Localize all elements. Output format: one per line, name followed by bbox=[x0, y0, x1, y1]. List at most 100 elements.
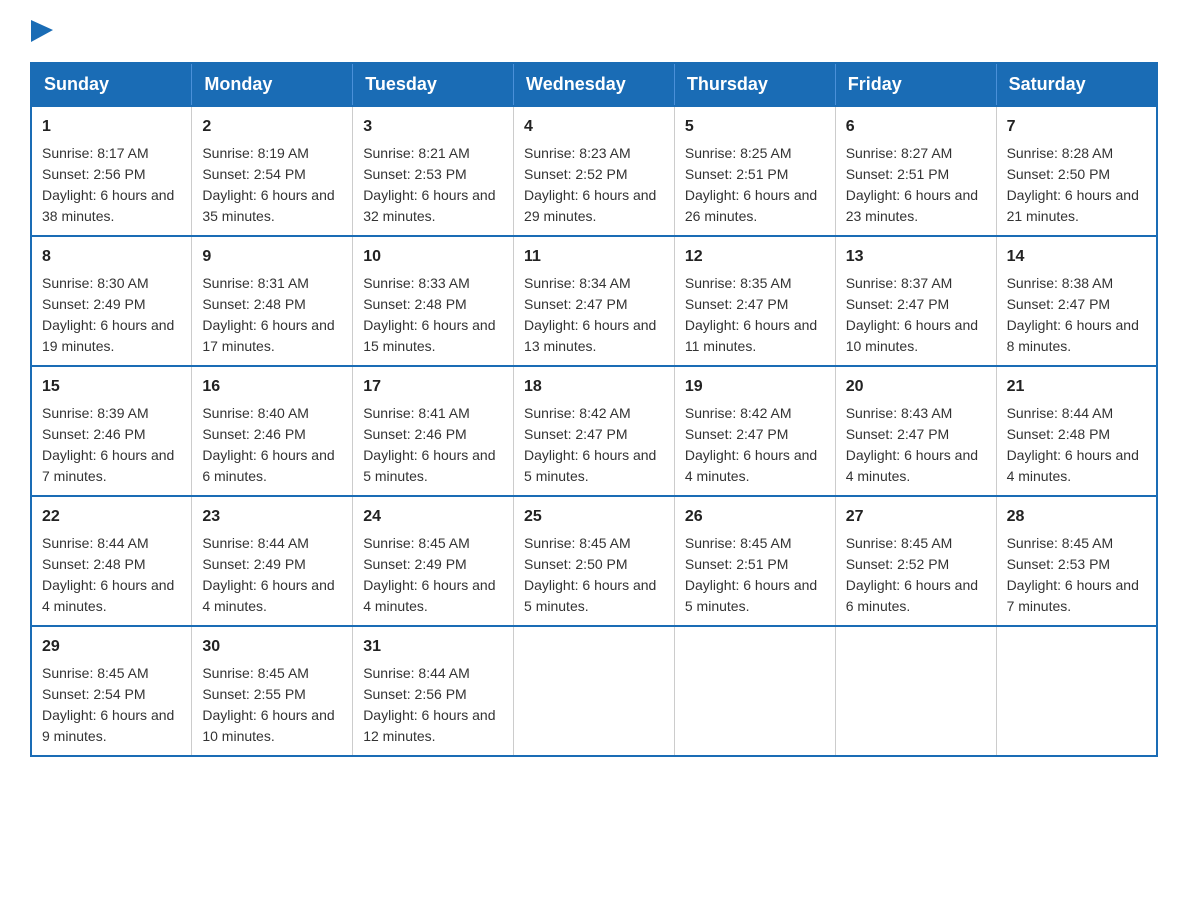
calendar-day-cell: 25 Sunrise: 8:45 AMSunset: 2:50 PMDaylig… bbox=[514, 496, 675, 626]
calendar-day-cell: 19 Sunrise: 8:42 AMSunset: 2:47 PMDaylig… bbox=[674, 366, 835, 496]
day-of-week-header: Wednesday bbox=[514, 63, 675, 106]
calendar-day-cell bbox=[996, 626, 1157, 756]
day-number: 11 bbox=[524, 245, 664, 269]
day-info: Sunrise: 8:28 AMSunset: 2:50 PMDaylight:… bbox=[1007, 145, 1139, 224]
day-info: Sunrise: 8:17 AMSunset: 2:56 PMDaylight:… bbox=[42, 145, 174, 224]
calendar-week-row: 1 Sunrise: 8:17 AMSunset: 2:56 PMDayligh… bbox=[31, 106, 1157, 236]
day-number: 3 bbox=[363, 115, 503, 139]
day-info: Sunrise: 8:45 AMSunset: 2:49 PMDaylight:… bbox=[363, 535, 495, 614]
calendar-day-cell: 26 Sunrise: 8:45 AMSunset: 2:51 PMDaylig… bbox=[674, 496, 835, 626]
day-info: Sunrise: 8:35 AMSunset: 2:47 PMDaylight:… bbox=[685, 275, 817, 354]
day-number: 27 bbox=[846, 505, 986, 529]
day-info: Sunrise: 8:37 AMSunset: 2:47 PMDaylight:… bbox=[846, 275, 978, 354]
day-of-week-header: Thursday bbox=[674, 63, 835, 106]
day-info: Sunrise: 8:27 AMSunset: 2:51 PMDaylight:… bbox=[846, 145, 978, 224]
calendar-day-cell: 21 Sunrise: 8:44 AMSunset: 2:48 PMDaylig… bbox=[996, 366, 1157, 496]
calendar-week-row: 15 Sunrise: 8:39 AMSunset: 2:46 PMDaylig… bbox=[31, 366, 1157, 496]
day-of-week-header: Monday bbox=[192, 63, 353, 106]
day-info: Sunrise: 8:44 AMSunset: 2:48 PMDaylight:… bbox=[42, 535, 174, 614]
calendar-day-cell: 31 Sunrise: 8:44 AMSunset: 2:56 PMDaylig… bbox=[353, 626, 514, 756]
calendar-week-row: 22 Sunrise: 8:44 AMSunset: 2:48 PMDaylig… bbox=[31, 496, 1157, 626]
day-info: Sunrise: 8:44 AMSunset: 2:49 PMDaylight:… bbox=[202, 535, 334, 614]
day-info: Sunrise: 8:42 AMSunset: 2:47 PMDaylight:… bbox=[524, 405, 656, 484]
day-number: 18 bbox=[524, 375, 664, 399]
day-number: 12 bbox=[685, 245, 825, 269]
calendar-day-cell: 29 Sunrise: 8:45 AMSunset: 2:54 PMDaylig… bbox=[31, 626, 192, 756]
calendar-day-cell: 6 Sunrise: 8:27 AMSunset: 2:51 PMDayligh… bbox=[835, 106, 996, 236]
day-number: 30 bbox=[202, 635, 342, 659]
day-info: Sunrise: 8:23 AMSunset: 2:52 PMDaylight:… bbox=[524, 145, 656, 224]
calendar-day-cell: 28 Sunrise: 8:45 AMSunset: 2:53 PMDaylig… bbox=[996, 496, 1157, 626]
calendar-week-row: 8 Sunrise: 8:30 AMSunset: 2:49 PMDayligh… bbox=[31, 236, 1157, 366]
calendar-day-cell: 5 Sunrise: 8:25 AMSunset: 2:51 PMDayligh… bbox=[674, 106, 835, 236]
day-number: 7 bbox=[1007, 115, 1146, 139]
calendar-day-cell: 8 Sunrise: 8:30 AMSunset: 2:49 PMDayligh… bbox=[31, 236, 192, 366]
day-number: 13 bbox=[846, 245, 986, 269]
day-info: Sunrise: 8:38 AMSunset: 2:47 PMDaylight:… bbox=[1007, 275, 1139, 354]
calendar-day-cell bbox=[835, 626, 996, 756]
calendar-day-cell: 12 Sunrise: 8:35 AMSunset: 2:47 PMDaylig… bbox=[674, 236, 835, 366]
day-info: Sunrise: 8:44 AMSunset: 2:48 PMDaylight:… bbox=[1007, 405, 1139, 484]
logo-triangle-icon bbox=[31, 20, 53, 42]
calendar-week-row: 29 Sunrise: 8:45 AMSunset: 2:54 PMDaylig… bbox=[31, 626, 1157, 756]
day-number: 20 bbox=[846, 375, 986, 399]
day-info: Sunrise: 8:21 AMSunset: 2:53 PMDaylight:… bbox=[363, 145, 495, 224]
day-number: 4 bbox=[524, 115, 664, 139]
calendar-day-cell: 24 Sunrise: 8:45 AMSunset: 2:49 PMDaylig… bbox=[353, 496, 514, 626]
day-number: 23 bbox=[202, 505, 342, 529]
calendar-day-cell: 13 Sunrise: 8:37 AMSunset: 2:47 PMDaylig… bbox=[835, 236, 996, 366]
calendar-day-cell bbox=[674, 626, 835, 756]
day-number: 19 bbox=[685, 375, 825, 399]
logo bbox=[30, 20, 53, 42]
calendar-day-cell: 4 Sunrise: 8:23 AMSunset: 2:52 PMDayligh… bbox=[514, 106, 675, 236]
calendar-day-cell: 18 Sunrise: 8:42 AMSunset: 2:47 PMDaylig… bbox=[514, 366, 675, 496]
day-number: 15 bbox=[42, 375, 181, 399]
page-header bbox=[30, 20, 1158, 42]
day-number: 9 bbox=[202, 245, 342, 269]
day-info: Sunrise: 8:39 AMSunset: 2:46 PMDaylight:… bbox=[42, 405, 174, 484]
day-number: 24 bbox=[363, 505, 503, 529]
day-number: 21 bbox=[1007, 375, 1146, 399]
calendar-day-cell bbox=[514, 626, 675, 756]
calendar-day-cell: 30 Sunrise: 8:45 AMSunset: 2:55 PMDaylig… bbox=[192, 626, 353, 756]
day-of-week-header: Friday bbox=[835, 63, 996, 106]
calendar-day-cell: 23 Sunrise: 8:44 AMSunset: 2:49 PMDaylig… bbox=[192, 496, 353, 626]
day-of-week-header: Tuesday bbox=[353, 63, 514, 106]
day-number: 8 bbox=[42, 245, 181, 269]
day-number: 29 bbox=[42, 635, 181, 659]
day-info: Sunrise: 8:30 AMSunset: 2:49 PMDaylight:… bbox=[42, 275, 174, 354]
calendar-day-cell: 15 Sunrise: 8:39 AMSunset: 2:46 PMDaylig… bbox=[31, 366, 192, 496]
calendar-day-cell: 9 Sunrise: 8:31 AMSunset: 2:48 PMDayligh… bbox=[192, 236, 353, 366]
day-number: 1 bbox=[42, 115, 181, 139]
day-number: 22 bbox=[42, 505, 181, 529]
calendar-day-cell: 20 Sunrise: 8:43 AMSunset: 2:47 PMDaylig… bbox=[835, 366, 996, 496]
calendar-day-cell: 1 Sunrise: 8:17 AMSunset: 2:56 PMDayligh… bbox=[31, 106, 192, 236]
day-number: 17 bbox=[363, 375, 503, 399]
day-info: Sunrise: 8:33 AMSunset: 2:48 PMDaylight:… bbox=[363, 275, 495, 354]
day-number: 5 bbox=[685, 115, 825, 139]
day-info: Sunrise: 8:44 AMSunset: 2:56 PMDaylight:… bbox=[363, 665, 495, 744]
calendar-day-cell: 11 Sunrise: 8:34 AMSunset: 2:47 PMDaylig… bbox=[514, 236, 675, 366]
day-info: Sunrise: 8:40 AMSunset: 2:46 PMDaylight:… bbox=[202, 405, 334, 484]
calendar-day-cell: 27 Sunrise: 8:45 AMSunset: 2:52 PMDaylig… bbox=[835, 496, 996, 626]
day-number: 2 bbox=[202, 115, 342, 139]
day-info: Sunrise: 8:45 AMSunset: 2:54 PMDaylight:… bbox=[42, 665, 174, 744]
day-number: 10 bbox=[363, 245, 503, 269]
calendar-day-cell: 22 Sunrise: 8:44 AMSunset: 2:48 PMDaylig… bbox=[31, 496, 192, 626]
day-number: 16 bbox=[202, 375, 342, 399]
calendar-day-cell: 2 Sunrise: 8:19 AMSunset: 2:54 PMDayligh… bbox=[192, 106, 353, 236]
day-info: Sunrise: 8:45 AMSunset: 2:51 PMDaylight:… bbox=[685, 535, 817, 614]
calendar-header-row: SundayMondayTuesdayWednesdayThursdayFrid… bbox=[31, 63, 1157, 106]
calendar-table: SundayMondayTuesdayWednesdayThursdayFrid… bbox=[30, 62, 1158, 757]
day-number: 28 bbox=[1007, 505, 1146, 529]
day-of-week-header: Saturday bbox=[996, 63, 1157, 106]
day-info: Sunrise: 8:45 AMSunset: 2:53 PMDaylight:… bbox=[1007, 535, 1139, 614]
day-number: 31 bbox=[363, 635, 503, 659]
day-info: Sunrise: 8:19 AMSunset: 2:54 PMDaylight:… bbox=[202, 145, 334, 224]
day-info: Sunrise: 8:31 AMSunset: 2:48 PMDaylight:… bbox=[202, 275, 334, 354]
day-number: 25 bbox=[524, 505, 664, 529]
day-info: Sunrise: 8:42 AMSunset: 2:47 PMDaylight:… bbox=[685, 405, 817, 484]
calendar-day-cell: 16 Sunrise: 8:40 AMSunset: 2:46 PMDaylig… bbox=[192, 366, 353, 496]
calendar-day-cell: 10 Sunrise: 8:33 AMSunset: 2:48 PMDaylig… bbox=[353, 236, 514, 366]
day-number: 26 bbox=[685, 505, 825, 529]
